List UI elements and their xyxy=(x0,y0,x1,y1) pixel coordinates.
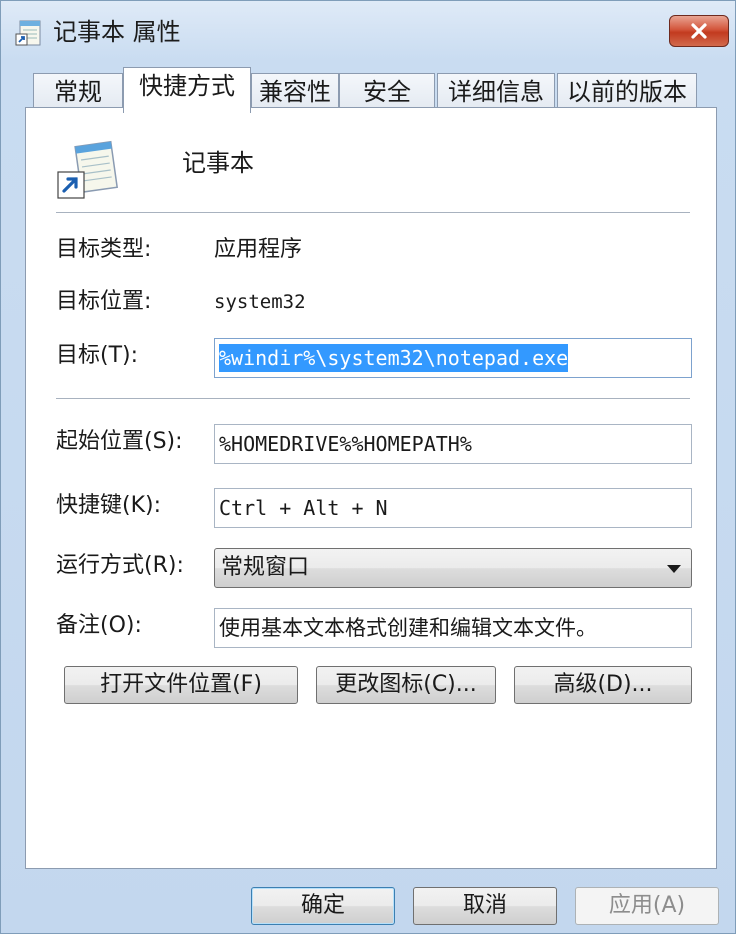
change-icon-button[interactable]: 更改图标(C)... xyxy=(316,666,496,704)
tab-details[interactable]: 详细信息 xyxy=(437,73,555,111)
target-label: 目标(T): xyxy=(56,343,139,368)
start-in-label: 起始位置(S): xyxy=(56,429,183,454)
run-select-value: 常规窗口 xyxy=(221,555,310,580)
shortcut-name: 记事本 xyxy=(182,149,254,177)
run-select[interactable]: 常规窗口 xyxy=(214,548,692,588)
tab-compatibility[interactable]: 兼容性 xyxy=(251,73,339,111)
tab-general[interactable]: 常规 xyxy=(33,73,123,111)
start-in-field[interactable]: %HOMEDRIVE%%HOMEPATH% xyxy=(214,424,692,464)
run-label: 运行方式(R): xyxy=(56,553,184,578)
shortcut-panel: 记事本 目标类型: 应用程序 目标位置: system32 目标(T): %wi… xyxy=(25,107,717,869)
close-button[interactable] xyxy=(669,15,729,47)
properties-window: 记事本 属性 常规 快捷方式 兼容性 安全 详细信息 以前的版本 记事本 目标类… xyxy=(0,0,736,934)
notepad-shortcut-icon xyxy=(56,136,120,202)
ok-button[interactable]: 确定 xyxy=(251,887,395,925)
tab-security[interactable]: 安全 xyxy=(339,73,435,111)
close-icon xyxy=(691,23,707,39)
target-type-label: 目标类型: xyxy=(56,237,152,262)
title-bar[interactable]: 记事本 属性 xyxy=(1,1,735,63)
hotkey-label: 快捷键(K): xyxy=(56,493,162,518)
divider xyxy=(56,212,690,213)
target-type-value: 应用程序 xyxy=(214,237,303,262)
open-file-location-button[interactable]: 打开文件位置(F) xyxy=(64,666,298,704)
advanced-button[interactable]: 高级(D)... xyxy=(514,666,692,704)
divider xyxy=(56,398,690,399)
window-title: 记事本 属性 xyxy=(53,18,181,46)
target-location-value: system32 xyxy=(214,291,306,313)
target-location-label: 目标位置: xyxy=(56,289,152,314)
target-field-text: %windir%\system32\notepad.exe xyxy=(219,344,569,372)
comment-field[interactable]: 使用基本文本格式创建和编辑文本文件。 xyxy=(214,608,692,648)
tab-shortcut[interactable]: 快捷方式 xyxy=(123,67,251,113)
tab-previous-versions[interactable]: 以前的版本 xyxy=(557,73,697,111)
cancel-button[interactable]: 取消 xyxy=(413,887,557,925)
target-field[interactable]: %windir%\system32\notepad.exe xyxy=(214,338,692,378)
notepad-icon xyxy=(13,17,45,49)
apply-button[interactable]: 应用(A) xyxy=(575,887,719,925)
hotkey-field[interactable]: Ctrl + Alt + N xyxy=(214,488,692,528)
comment-label: 备注(O): xyxy=(56,613,142,638)
chevron-down-icon xyxy=(667,565,681,573)
